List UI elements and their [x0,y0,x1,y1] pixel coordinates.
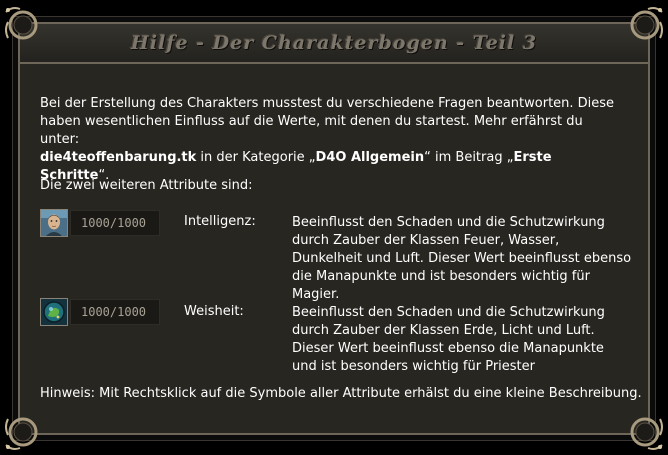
title-bar: Hilfe - Der Charakterbogen - Teil 3 [20,24,648,64]
attribute-name: Intelligenz: [184,214,256,229]
attributes-subheading: Die zwei weiteren Attribute sind: [40,178,253,193]
hint-text: Hinweis: Mit Rechtsklick auf die Symbole… [40,386,642,401]
attribute-description: Beeinflusst den Schaden und die Schutzwi… [292,215,632,302]
category-name: D4O Allgemein [315,150,425,165]
corner-ornament-icon [624,4,666,46]
corner-ornament-icon [2,411,44,453]
intro-line-1: Bei der Erstellung des Charakters musste… [40,96,615,111]
intro-mid-2: “ im Beitrag „ [424,150,514,165]
attribute-name: Weisheit: [184,304,244,319]
corner-ornament-icon [2,4,44,46]
attribute-description: Beeinflusst den Schaden und die Schutzwi… [292,305,605,374]
intro-text: Bei der Erstellung des Charakters musste… [40,95,620,185]
window-title: Hilfe - Der Charakterbogen - Teil 3 [130,32,538,54]
intro-line-2: haben wesentlichen Einfluss auf die Wert… [40,114,583,147]
corner-ornament-icon [624,411,666,453]
website-link[interactable]: die4teoffenbarung.tk [40,150,196,165]
face-portrait-icon[interactable] [40,209,68,237]
intelligence-value: 1000/1000 [70,210,160,236]
wisdom-orb-icon[interactable] [40,298,68,326]
intro-mid-1: in der Kategorie „ [196,150,316,165]
wisdom-value: 1000/1000 [70,299,160,325]
